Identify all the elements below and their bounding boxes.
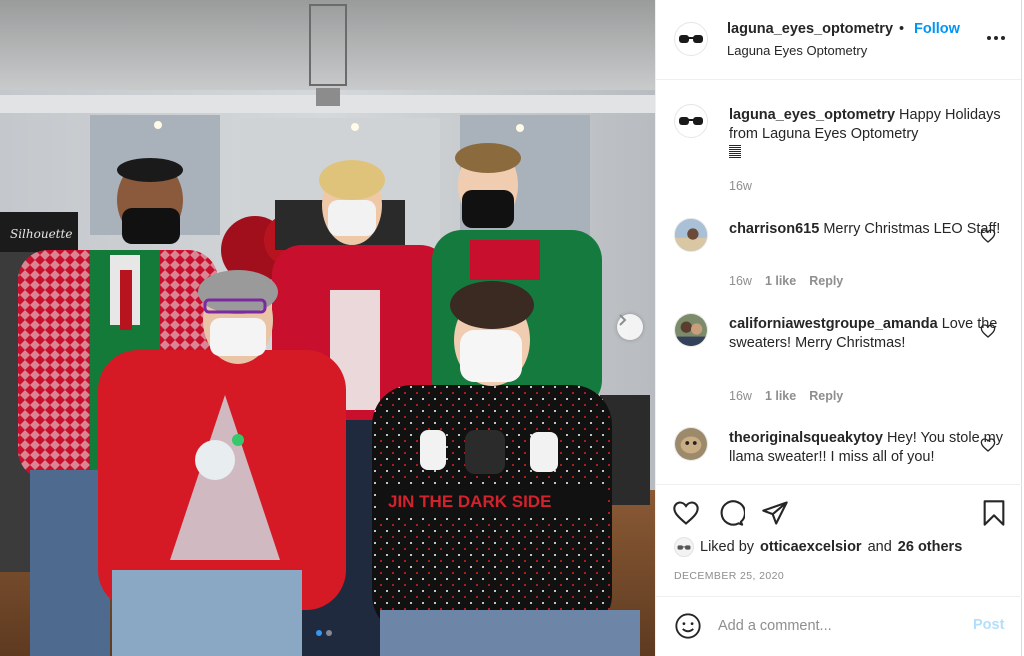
comment-meta: 16w 1 like Reply bbox=[729, 389, 843, 403]
comment-likes[interactable]: 1 like bbox=[765, 389, 796, 403]
follow-button[interactable]: Follow bbox=[914, 21, 960, 37]
likes-summary: Liked by otticaexcelsior and 26 others bbox=[674, 537, 962, 557]
chevron-right-icon bbox=[619, 314, 627, 326]
caption-avatar[interactable] bbox=[674, 104, 708, 138]
sweater-lettering: JIN THE DARK SIDE bbox=[388, 492, 551, 511]
liked-user[interactable]: otticaexcelsior bbox=[760, 539, 862, 555]
heart-icon[interactable] bbox=[980, 323, 996, 339]
caption-time: 16w bbox=[729, 179, 752, 193]
header-username[interactable]: laguna_eyes_optometry bbox=[727, 21, 893, 37]
liked-and: and bbox=[867, 539, 892, 555]
post-header: laguna_eyes_optometry • Follow Laguna Ey… bbox=[656, 0, 1021, 80]
post-actions: Liked by otticaexcelsior and 26 others D… bbox=[656, 484, 1022, 596]
glasses-icon bbox=[679, 117, 703, 125]
flag-emoji-icon bbox=[729, 145, 741, 159]
post-side-panel: laguna_eyes_optometry • Follow Laguna Ey… bbox=[655, 0, 1022, 656]
comment-username[interactable]: californiawestgroupe_amanda bbox=[729, 316, 938, 332]
comment-input[interactable] bbox=[718, 614, 958, 638]
commenter-avatar[interactable] bbox=[674, 218, 708, 252]
caption: laguna_eyes_optometry Happy Holidays fro… bbox=[674, 104, 1014, 204]
profile-photo-icon bbox=[675, 219, 707, 251]
reply-button[interactable]: Reply bbox=[809, 389, 843, 403]
caption-meta: 16w bbox=[729, 179, 752, 193]
comment-username[interactable]: theoriginalsqueakytoy bbox=[729, 430, 883, 446]
glasses-icon bbox=[679, 35, 703, 43]
comment-body: charrison615 Merry Christmas LEO Staff! bbox=[729, 220, 1004, 239]
post-photo[interactable]: Silhouette JIN THE DARK SIDE bbox=[0, 0, 655, 656]
comment-item: theoriginalsqueakytoy Hey! You stole my … bbox=[674, 427, 1014, 484]
silhouette-sign: Silhouette bbox=[10, 227, 72, 241]
bookmark-icon[interactable] bbox=[980, 499, 1008, 527]
holiday-group-photo: Silhouette JIN THE DARK SIDE bbox=[0, 0, 655, 656]
comment-text: Merry Christmas LEO Staff! bbox=[823, 221, 1001, 237]
caption-username[interactable]: laguna_eyes_optometry bbox=[729, 107, 895, 123]
commenter-avatar[interactable] bbox=[674, 427, 708, 461]
carousel-dot-2 bbox=[326, 630, 332, 636]
share-icon[interactable] bbox=[761, 499, 789, 527]
profile-photo-icon bbox=[675, 428, 707, 460]
next-photo-button[interactable] bbox=[617, 314, 643, 340]
comments-list[interactable]: laguna_eyes_optometry Happy Holidays fro… bbox=[656, 80, 1022, 484]
glasses-icon bbox=[677, 544, 691, 550]
comment-meta: 16w 1 like Reply bbox=[729, 274, 843, 288]
carousel-dot-1 bbox=[316, 630, 322, 636]
commenter-avatar[interactable] bbox=[674, 313, 708, 347]
carousel-indicator bbox=[316, 630, 332, 636]
liked-others[interactable]: 26 others bbox=[898, 539, 962, 555]
post-comment-button[interactable]: Post bbox=[973, 617, 1004, 633]
comment-time: 16w bbox=[729, 389, 752, 403]
comment-likes[interactable]: 1 like bbox=[765, 274, 796, 288]
heart-icon[interactable] bbox=[672, 499, 700, 527]
caption-body: laguna_eyes_optometry Happy Holidays fro… bbox=[729, 106, 1004, 163]
comment-item: charrison615 Merry Christmas LEO Staff! … bbox=[674, 218, 1014, 298]
smiley-icon[interactable] bbox=[674, 612, 702, 640]
header-fullname: Laguna Eyes Optometry bbox=[727, 43, 868, 58]
comment-username[interactable]: charrison615 bbox=[729, 221, 819, 237]
profile-photo-icon bbox=[675, 314, 707, 346]
liker-avatar[interactable] bbox=[674, 537, 694, 557]
post-date: DECEMBER 25, 2020 bbox=[674, 570, 785, 582]
comment-icon[interactable] bbox=[717, 499, 745, 527]
account-avatar[interactable] bbox=[674, 22, 708, 56]
heart-icon[interactable] bbox=[980, 228, 996, 244]
comment-time: 16w bbox=[729, 274, 752, 288]
add-comment-bar: Post bbox=[656, 596, 1022, 656]
comment-item: californiawestgroupe_amanda Love the swe… bbox=[674, 313, 1014, 413]
heart-icon[interactable] bbox=[980, 437, 996, 453]
comment-body: californiawestgroupe_amanda Love the swe… bbox=[729, 315, 1004, 353]
header-separator: • bbox=[899, 21, 905, 37]
ellipsis-icon[interactable] bbox=[987, 28, 1005, 48]
liked-prefix: Liked by bbox=[700, 539, 755, 555]
reply-button[interactable]: Reply bbox=[809, 274, 843, 288]
comment-body: theoriginalsqueakytoy Hey! You stole my … bbox=[729, 429, 1004, 467]
